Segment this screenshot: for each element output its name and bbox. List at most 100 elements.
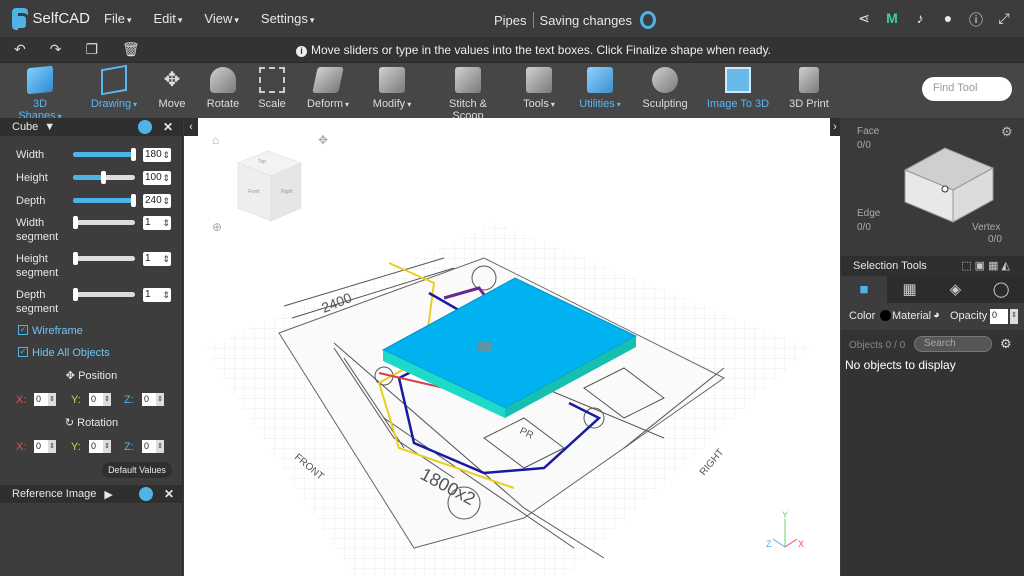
default-values-button[interactable]: Default Values [102, 462, 172, 478]
color-swatch[interactable] [880, 310, 891, 321]
position-x-spinner[interactable]: ⇕ [48, 393, 56, 406]
reference-check-icon[interactable] [139, 487, 153, 501]
find-tool-input[interactable]: Find Tool [922, 77, 1012, 101]
pan-icon[interactable]: ✥ [318, 133, 328, 147]
height-input[interactable]: 100 [143, 171, 171, 185]
3d-viewport[interactable]: 2400 1800x2 PR FRONT RIGHT Top Front Rig… [184, 118, 840, 576]
home-icon[interactable]: ⌂ [212, 133, 219, 147]
share-icon[interactable]: ⋖ [856, 10, 872, 30]
history-controls: ↶ ↷ ❐ 🗑 [14, 41, 140, 58]
rotation-z-spinner[interactable]: ⇕ [156, 440, 164, 453]
param-label: Height [16, 172, 48, 184]
undo-icon[interactable]: ↶ [14, 41, 26, 58]
objects-search-input[interactable]: Search [914, 336, 992, 352]
wireframe-checkbox[interactable]: ✓ [18, 325, 28, 335]
rotation-y-input[interactable]: 0 [89, 440, 103, 453]
tab-solid-view[interactable]: ■ [841, 276, 887, 303]
width-slider[interactable] [73, 148, 136, 161]
rotation-x-spinner[interactable]: ⇕ [48, 440, 56, 453]
rotation-x-input[interactable]: 0 [34, 440, 48, 453]
view-cube-right[interactable]: Right [281, 189, 293, 195]
scene-canvas[interactable]: 2400 1800x2 PR FRONT RIGHT Top Front Rig… [184, 118, 840, 576]
collapse-arrow-icon[interactable]: ▼ [44, 121, 55, 133]
shape-properties-panel: Cube ▼ ✕ Width 180 Height 100 Depth 240 … [0, 118, 183, 576]
tool-move[interactable]: ✥ Move [154, 67, 190, 110]
tool-rotate[interactable]: Rotate [204, 67, 242, 110]
selection-mode-icons[interactable]: ⬚ ▣ ▦ ◭ [961, 259, 1010, 272]
m-logo-icon[interactable]: M [884, 10, 900, 30]
tab-wireframe-view[interactable]: ▦ [887, 276, 933, 303]
user-icon[interactable]: ● [940, 10, 956, 30]
redo-icon[interactable]: ↷ [50, 41, 62, 58]
hide-all-checkbox[interactable]: ✓ [18, 347, 28, 357]
project-name[interactable]: Pipes [494, 13, 527, 28]
tool-stitch-scoop[interactable]: Stitch & Scoop [432, 67, 504, 122]
position-y-input[interactable]: 0 [89, 393, 103, 406]
tool-sculpting[interactable]: Sculpting [640, 67, 690, 110]
info-icon[interactable]: ⓘ [968, 10, 984, 30]
tool-tools[interactable]: Tools [520, 67, 558, 110]
tool-scale[interactable]: Scale [256, 67, 288, 110]
copy-icon[interactable]: ❐ [85, 41, 98, 58]
rotate-small-icon: ↻ [64, 417, 78, 429]
width-segment-input[interactable]: 1 [143, 216, 171, 230]
menu-file[interactable]: File [104, 11, 131, 26]
reference-image-header[interactable]: Reference Image ▶ ✕ [0, 485, 183, 503]
position-y-spinner[interactable]: ⇕ [103, 393, 111, 406]
objects-settings-icon[interactable]: ⚙ [1000, 336, 1012, 352]
rotation-z-input[interactable]: 0 [142, 440, 156, 453]
opacity-spinner[interactable]: ⇕ [1010, 309, 1018, 324]
height-segment-input[interactable]: 1 [143, 252, 171, 266]
tool-deform[interactable]: Deform [304, 67, 352, 110]
tool-image-to-3d[interactable]: Image To 3D [706, 67, 770, 110]
bell-icon[interactable]: ♪ [912, 10, 928, 30]
menu-edit[interactable]: Edit [153, 11, 182, 26]
view-cube-top[interactable]: Top [258, 159, 266, 165]
orbit-icon[interactable]: ⊕ [212, 220, 222, 234]
scale-icon [259, 67, 285, 93]
width-segment-slider[interactable] [73, 216, 135, 229]
position-x-input[interactable]: 0 [34, 393, 48, 406]
width-input[interactable]: 180 [143, 148, 171, 162]
tab-shaded-view[interactable]: ◈ [933, 276, 979, 303]
deform-icon [312, 67, 344, 93]
rotation-y-spinner[interactable]: ⇕ [103, 440, 111, 453]
depth-segment-slider[interactable] [73, 288, 135, 301]
tool-modify[interactable]: Modify [370, 67, 414, 110]
opacity-input[interactable]: 0 [990, 309, 1008, 324]
tool-3d-shapes[interactable]: 3D Shapes [10, 65, 70, 122]
depth-segment-input[interactable]: 1 [143, 288, 171, 302]
finalize-check-icon[interactable] [138, 120, 152, 134]
height-segment-slider[interactable] [73, 252, 135, 265]
depth-input[interactable]: 240 [143, 194, 171, 208]
selfcad-logo[interactable]: SelfCAD [12, 7, 90, 31]
position-z-spinner[interactable]: ⇕ [156, 393, 164, 406]
settings-gear-icon[interactable]: ⚙ [1001, 124, 1013, 140]
tool-label: Rotate [206, 98, 240, 110]
fullscreen-icon[interactable]: ⤢ [996, 10, 1012, 30]
wireframe-label: Wireframe [32, 325, 83, 337]
tab-sphere-view[interactable]: ◯ [978, 276, 1024, 303]
tool-3d-print[interactable]: 3D Print [786, 67, 832, 110]
tool-drawing[interactable]: Drawing [88, 64, 140, 110]
axis-y-label: Y: [71, 441, 81, 453]
cube-gizmo-icon[interactable] [478, 341, 492, 352]
depth-slider[interactable] [73, 194, 136, 207]
expand-arrow-icon[interactable]: ▶ [104, 488, 112, 501]
menu-settings[interactable]: Settings [261, 11, 315, 26]
material-ball-icon[interactable]: ◕ [933, 309, 940, 321]
view-cube-front[interactable]: Front [248, 189, 260, 195]
collapse-right-panel-button[interactable]: › [830, 118, 840, 136]
view-cube[interactable]: Top Front Right [237, 150, 302, 222]
tool-utilities[interactable]: Utilities [576, 67, 624, 110]
face-label: Face [857, 126, 880, 137]
position-z-input[interactable]: 0 [142, 393, 156, 406]
drawing-icon [101, 64, 127, 96]
close-icon[interactable]: ✕ [163, 120, 173, 134]
collapse-left-panel-button[interactable]: ‹ [184, 118, 198, 136]
menu-view[interactable]: View [204, 11, 238, 26]
selection-cube-icon[interactable] [899, 136, 999, 226]
trash-icon[interactable]: 🗑 [122, 41, 140, 58]
height-slider[interactable] [73, 171, 135, 184]
reference-close-icon[interactable]: ✕ [164, 487, 174, 501]
